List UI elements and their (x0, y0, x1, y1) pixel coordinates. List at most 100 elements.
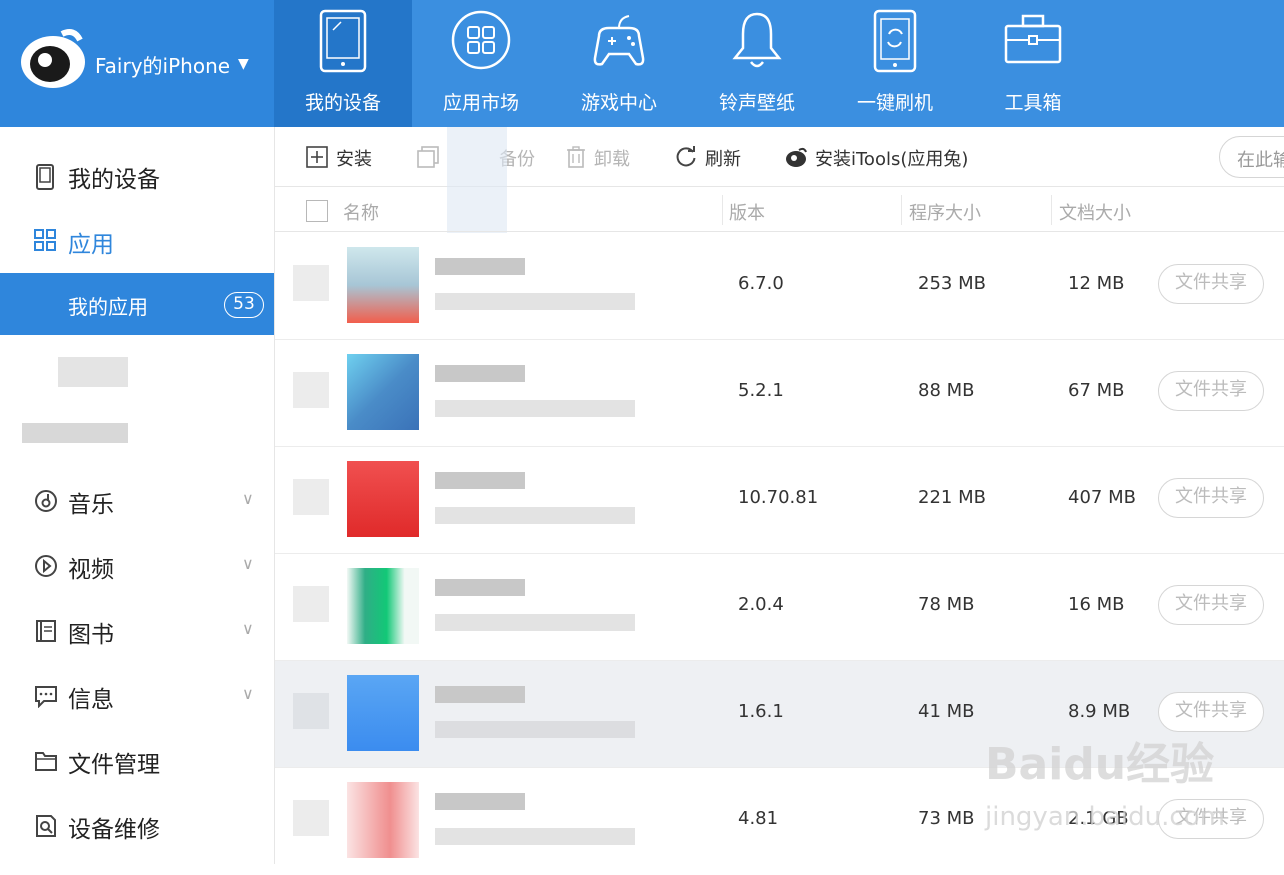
tab-game-center[interactable]: 游戏中心 (550, 0, 688, 127)
sidebar-item-label: 我的应用 (68, 295, 148, 319)
version-cell: 4.81 (738, 808, 779, 829)
doc-size-cell: 407 MB (1068, 487, 1136, 508)
sidebar-item-books[interactable]: 图书 ∨ (0, 599, 274, 664)
column-doc-size[interactable]: 文档大小 (1059, 199, 1131, 225)
table-row[interactable]: 5.2.1 88 MB 67 MB 文件共享 (275, 340, 1284, 447)
row-checkbox[interactable] (293, 265, 329, 301)
column-divider (1051, 195, 1052, 225)
app-size-cell: 73 MB (918, 808, 975, 829)
sidebar-item-apps[interactable]: 应用 (0, 209, 274, 274)
sidebar-item-file-manager[interactable]: 文件管理 (0, 729, 274, 794)
music-icon (35, 490, 57, 512)
itools-logo-icon (21, 29, 85, 88)
version-cell: 1.6.1 (738, 701, 784, 722)
row-checkbox[interactable] (293, 586, 329, 622)
version-cell: 6.7.0 (738, 273, 784, 294)
tab-ringtones-wallpapers[interactable]: 铃声壁纸 (688, 0, 826, 127)
app-id-blurred (435, 828, 635, 845)
version-cell: 5.2.1 (738, 380, 784, 401)
plus-box-icon (306, 146, 328, 168)
file-share-button[interactable]: 文件共享 (1158, 371, 1264, 411)
sidebar-item-my-device[interactable]: 我的设备 (0, 144, 274, 209)
doc-size-cell: 8.9 MB (1068, 701, 1131, 722)
sidebar-item-label: 设备维修 (68, 817, 160, 843)
book-icon (36, 620, 56, 642)
chevron-down-icon[interactable]: ∨ (242, 684, 254, 703)
sidebar: 我的设备 应用 我的应用 53 音乐 ∨ 视频 ∨ 图书 ∨ 信息 ∨ 文件管理… (0, 127, 274, 864)
sidebar-item-label: 音乐 (68, 492, 114, 518)
tab-my-device[interactable]: 我的设备 (274, 0, 412, 127)
refresh-label: 刷新 (705, 149, 741, 170)
app-icon (347, 461, 419, 537)
sidebar-item-video[interactable]: 视频 ∨ (0, 534, 274, 599)
app-id-blurred (435, 400, 635, 417)
device-name[interactable]: Fairy的iPhone (95, 50, 230, 79)
uninstall-label: 卸载 (594, 149, 630, 170)
file-share-button[interactable]: 文件共享 (1158, 264, 1264, 304)
column-app-size[interactable]: 程序大小 (909, 199, 981, 225)
row-checkbox[interactable] (293, 693, 329, 729)
app-id-blurred (435, 721, 635, 738)
trash-icon (567, 146, 585, 168)
app-size-cell: 41 MB (918, 701, 975, 722)
column-divider (901, 195, 902, 225)
blurred-sidebar-item[interactable] (58, 357, 128, 387)
row-checkbox[interactable] (293, 800, 329, 836)
file-share-button[interactable]: 文件共享 (1158, 585, 1264, 625)
table-row[interactable]: 6.7.0 253 MB 12 MB 文件共享 (275, 233, 1284, 340)
tab-label: 铃声壁纸 (718, 92, 795, 114)
version-cell: 10.70.81 (738, 487, 819, 508)
table-header: 名称 版本 程序大小 文档大小 (275, 187, 1284, 232)
doc-size-cell: 12 MB (1068, 273, 1125, 294)
chevron-down-icon[interactable]: ∨ (242, 554, 254, 573)
tab-label: 一键刷机 (856, 92, 933, 114)
sidebar-item-label: 视频 (68, 557, 114, 583)
chevron-down-icon[interactable]: ∨ (242, 619, 254, 638)
install-label: 安装 (336, 149, 372, 170)
column-version[interactable]: 版本 (729, 199, 765, 225)
file-share-button[interactable]: 文件共享 (1158, 692, 1264, 732)
row-checkbox[interactable] (293, 372, 329, 408)
column-divider (722, 195, 723, 225)
app-name-blurred (435, 258, 525, 275)
app-name-blurred (435, 579, 525, 596)
version-cell: 2.0.4 (738, 594, 784, 615)
app-grid-icon (451, 10, 511, 70)
sidebar-item-my-apps[interactable]: 我的应用 53 (0, 273, 274, 335)
device-selector[interactable]: Fairy的iPhone ▼ (0, 0, 274, 127)
row-checkbox[interactable] (293, 479, 329, 515)
video-icon (35, 555, 57, 577)
tab-label: 应用市场 (442, 92, 519, 114)
app-name-blurred (435, 686, 525, 703)
phone-small-icon (36, 164, 54, 190)
sidebar-item-music[interactable]: 音乐 ∨ (0, 469, 274, 534)
table-row[interactable]: 2.0.4 78 MB 16 MB 文件共享 (275, 554, 1284, 661)
blurred-sidebar-item[interactable] (22, 423, 128, 443)
doc-size-cell: 67 MB (1068, 380, 1125, 401)
file-share-button[interactable]: 文件共享 (1158, 478, 1264, 518)
column-name[interactable]: 名称 (343, 199, 379, 225)
tab-app-market[interactable]: 应用市场 (412, 0, 550, 127)
gamepad-icon (593, 15, 645, 66)
app-id-blurred (435, 507, 635, 524)
sidebar-item-messages[interactable]: 信息 ∨ (0, 664, 274, 729)
repair-icon (36, 815, 56, 837)
sidebar-item-label: 文件管理 (68, 752, 160, 778)
app-size-cell: 88 MB (918, 380, 975, 401)
app-icon (347, 247, 419, 323)
sidebar-item-device-repair[interactable]: 设备维修 (0, 794, 274, 859)
app-name-blurred (435, 472, 525, 489)
tab-one-click-flash[interactable]: 一键刷机 (826, 0, 964, 127)
tab-toolbox[interactable]: 工具箱 (964, 0, 1102, 127)
bell-icon (732, 12, 782, 68)
app-icon (347, 568, 419, 644)
chevron-down-icon[interactable]: ∨ (242, 489, 254, 508)
refresh-icon (676, 146, 696, 167)
select-all-checkbox[interactable] (306, 200, 328, 222)
search-input[interactable]: 在此输 (1219, 136, 1284, 178)
caret-down-icon[interactable]: ▼ (238, 56, 249, 72)
app-name-blurred (435, 793, 525, 810)
phone-icon (319, 9, 367, 73)
table-row[interactable]: 10.70.81 221 MB 407 MB 文件共享 (275, 447, 1284, 554)
message-icon (35, 686, 57, 708)
